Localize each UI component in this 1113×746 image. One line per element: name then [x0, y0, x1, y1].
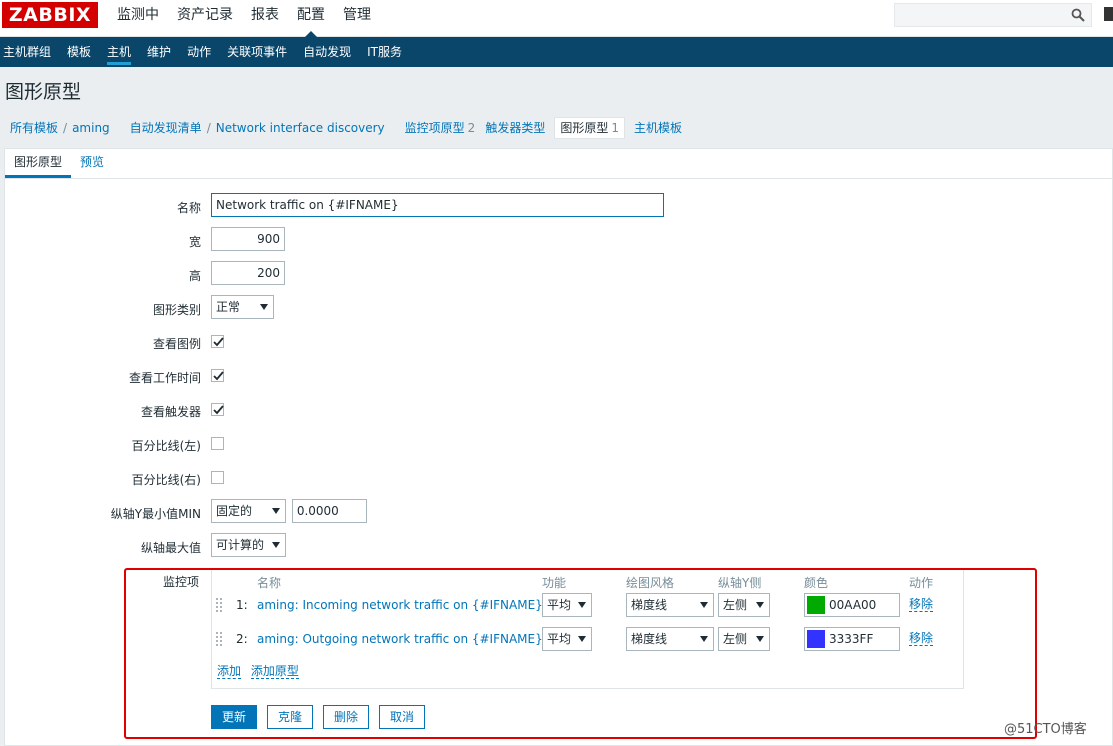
- ymin-value-field[interactable]: [291, 499, 367, 523]
- breadcrumb: 所有模板 / aming 自动发现清单 / Network interface …: [5, 116, 687, 140]
- sub-menu: 主机群组 模板 主机 维护 动作 关联项事件 自动发现 IT服务: [0, 37, 1113, 67]
- check-icon: [213, 405, 224, 415]
- ymax-type-select[interactable]: 可计算的: [211, 533, 286, 557]
- highlight-annotation-box: [124, 568, 1037, 739]
- ymin-label: 纵轴Y最小值MIN: [110, 507, 201, 521]
- tab-bar: 图形原型 预览: [5, 149, 1113, 179]
- submenu-templates[interactable]: 模板: [59, 37, 99, 67]
- row-height: 高: [5, 261, 1113, 289]
- show-legend-checkbox[interactable]: [211, 335, 224, 348]
- check-icon: [213, 337, 224, 347]
- percentile-left-label: 百分比线(左): [131, 439, 201, 453]
- height-label: 高: [188, 269, 201, 283]
- graph-type-select[interactable]: 正常: [211, 295, 274, 319]
- row-show-worktime: 查看工作时间: [5, 363, 1113, 391]
- row-show-legend: 查看图例: [5, 329, 1113, 357]
- crumb-item-prototypes-label: 监控项原型: [404, 121, 465, 135]
- submenu-actions[interactable]: 动作: [179, 37, 219, 67]
- submenu-it-services[interactable]: IT服务: [359, 37, 410, 67]
- page-title: 图形原型: [5, 81, 82, 103]
- menu-configuration[interactable]: 配置: [288, 0, 334, 38]
- tab-preview[interactable]: 预览: [71, 149, 113, 178]
- ymax-label: 纵轴最大值: [140, 541, 201, 555]
- top-menu: 监测中 资产记录 报表 配置 管理: [108, 0, 380, 38]
- height-field[interactable]: [211, 261, 285, 285]
- row-ymin: 纵轴Y最小值MIN 固定的: [5, 499, 1113, 527]
- graph-type-value: 正常: [216, 300, 241, 314]
- submenu-discovery[interactable]: 自动发现: [295, 37, 359, 67]
- submenu-maintenance[interactable]: 维护: [139, 37, 179, 67]
- crumb-graph-prototypes[interactable]: 图形原型 1: [554, 117, 625, 139]
- watermark: @51CTO博客: [1004, 722, 1087, 737]
- submenu-hosts[interactable]: 主机: [99, 37, 139, 67]
- menu-administration[interactable]: 管理: [334, 0, 380, 37]
- submenu-correlation[interactable]: 关联项事件: [219, 37, 295, 67]
- ymin-type-value: 固定的: [216, 504, 253, 518]
- ymin-type-select[interactable]: 固定的: [211, 499, 286, 523]
- ymax-type-value: 可计算的: [216, 538, 265, 552]
- menu-monitoring[interactable]: 监测中: [108, 0, 168, 37]
- zabbix-logo[interactable]: ZABBIX: [2, 2, 98, 28]
- crumb-discovery-rule[interactable]: Network interface discovery: [211, 116, 390, 140]
- tab-graph-prototype[interactable]: 图形原型: [5, 149, 72, 178]
- show-triggers-label: 查看触发器: [140, 405, 201, 419]
- show-worktime-label: 查看工作时间: [128, 371, 201, 385]
- submenu-host-groups[interactable]: 主机群组: [0, 37, 59, 67]
- width-field[interactable]: [211, 227, 285, 251]
- percentile-left-checkbox[interactable]: [211, 437, 224, 450]
- row-ymax: 纵轴最大值 可计算的: [5, 533, 1113, 561]
- name-label: 名称: [176, 201, 201, 215]
- menu-reports[interactable]: 报表: [242, 0, 288, 37]
- row-name: 名称: [5, 193, 1113, 221]
- crumb-item-prototypes-count: 2: [467, 121, 476, 135]
- crumb-graph-prototypes-label: 图形原型: [560, 121, 609, 135]
- share-icon[interactable]: [1104, 7, 1113, 21]
- name-field[interactable]: [211, 193, 664, 217]
- percentile-right-checkbox[interactable]: [211, 471, 224, 484]
- width-label: 宽: [188, 235, 201, 249]
- crumb-graph-prototypes-count: 1: [611, 121, 619, 135]
- graph-type-label: 图形类别: [152, 303, 201, 317]
- chevron-down-icon: [272, 542, 280, 548]
- crumb-item-prototypes[interactable]: 监控项原型 2: [400, 116, 481, 140]
- row-graph-type: 图形类别 正常: [5, 295, 1113, 323]
- check-icon: [213, 371, 224, 381]
- crumb-host[interactable]: aming: [67, 116, 115, 140]
- row-percentile-right: 百分比线(右): [5, 465, 1113, 493]
- crumb-host-prototypes[interactable]: 主机模板: [629, 116, 687, 140]
- row-show-triggers: 查看触发器: [5, 397, 1113, 425]
- crumb-discovery-list[interactable]: 自动发现清单: [125, 116, 207, 140]
- row-percentile-left: 百分比线(左): [5, 431, 1113, 459]
- crumb-all-templates[interactable]: 所有模板: [5, 116, 63, 140]
- search-input[interactable]: [894, 3, 1092, 27]
- show-legend-label: 查看图例: [152, 337, 201, 351]
- chevron-down-icon: [260, 304, 268, 310]
- menu-inventory[interactable]: 资产记录: [168, 0, 242, 37]
- percentile-right-label: 百分比线(右): [131, 473, 201, 487]
- show-worktime-checkbox[interactable]: [211, 369, 224, 382]
- show-triggers-checkbox[interactable]: [211, 403, 224, 416]
- search-icon[interactable]: [1071, 8, 1085, 22]
- top-bar: ZABBIX 监测中 资产记录 报表 配置 管理: [0, 0, 1113, 38]
- row-width: 宽: [5, 227, 1113, 255]
- chevron-down-icon: [272, 508, 280, 514]
- crumb-trigger-prototypes[interactable]: 触发器类型: [480, 116, 550, 140]
